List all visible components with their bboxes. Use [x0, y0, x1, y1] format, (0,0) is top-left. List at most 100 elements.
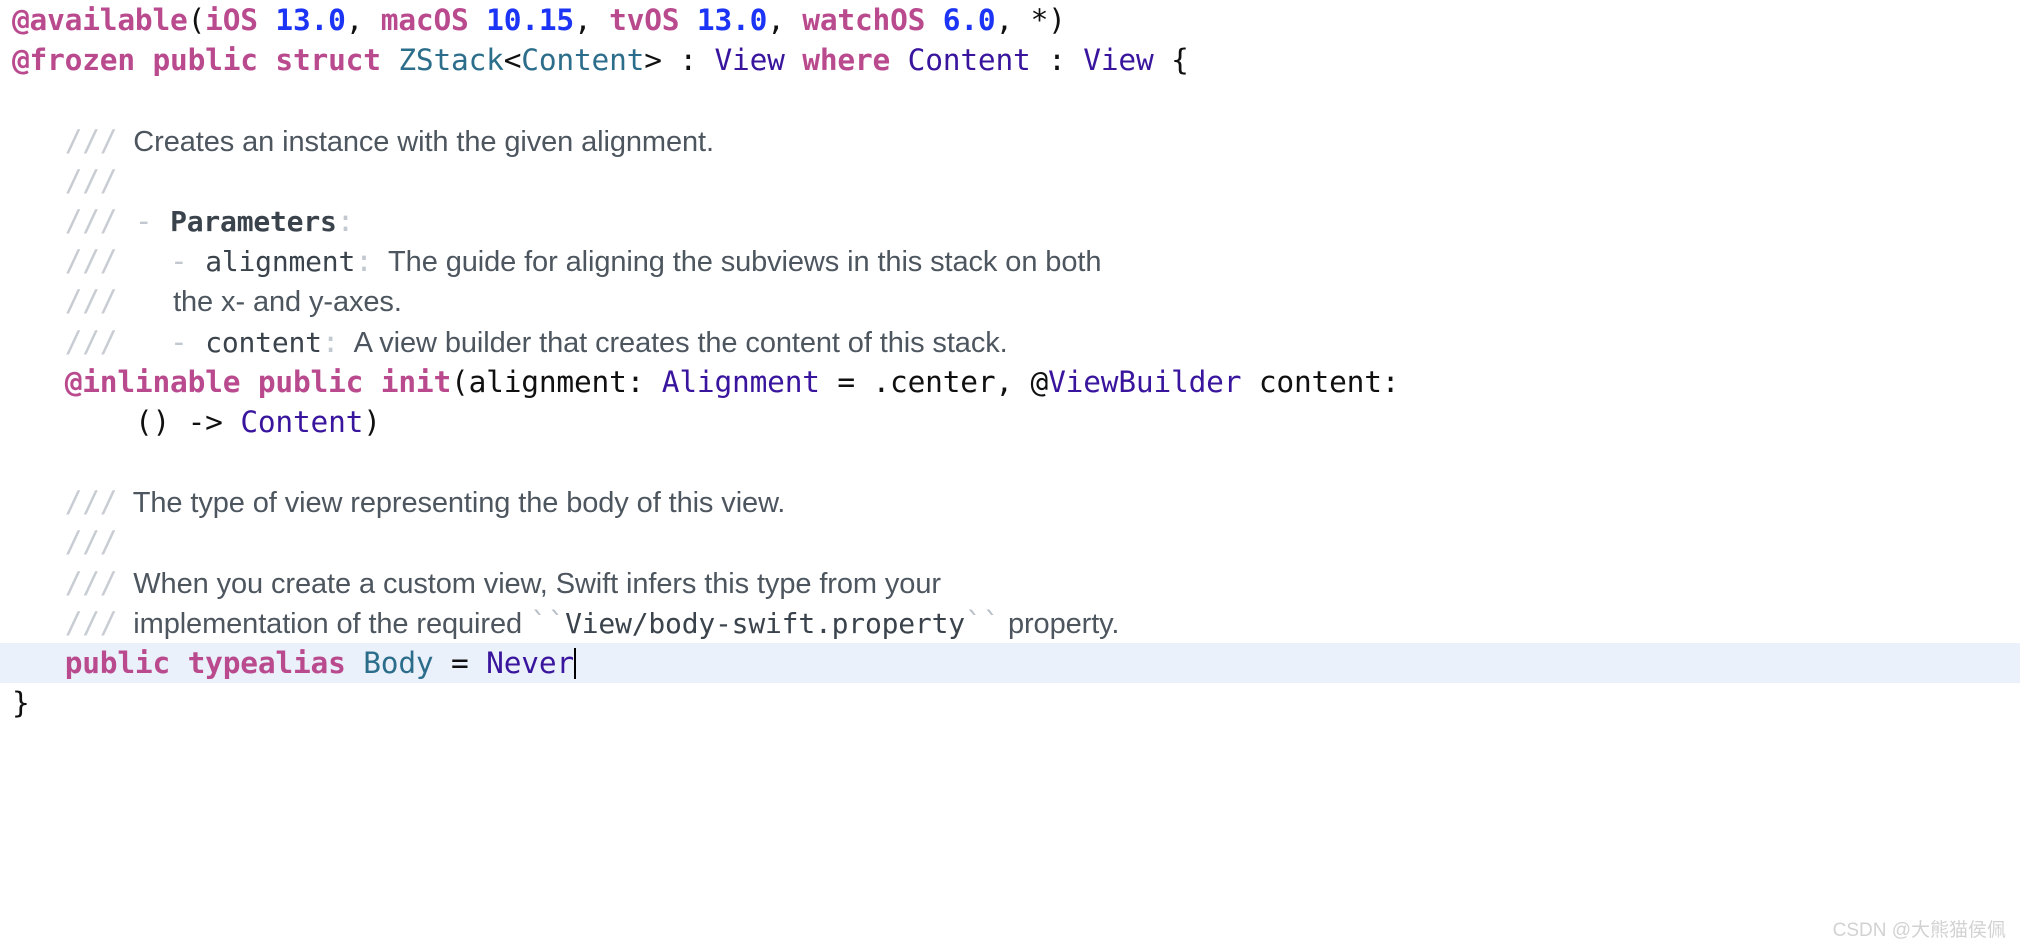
line-blank-1[interactable] [0, 80, 2020, 120]
token-plain: { [1153, 43, 1189, 78]
line-doc-param-alignment[interactable]: /// - alignment: The guide for aligning … [0, 241, 2020, 281]
token-num: 10.15 [486, 3, 574, 37]
token-doc-punct: - [117, 244, 206, 279]
token-doc-punct: - [117, 324, 206, 359]
token-type-purp: View [1083, 43, 1154, 78]
token-plain: , *) [995, 3, 1066, 37]
token-doc-prose: Creates an instance with the given align… [117, 125, 714, 158]
token-type-purp: View [714, 43, 785, 78]
csdn-watermark: CSDN @大熊猫侯佩 [1832, 920, 2006, 941]
token-doc-prose: the x- and y-axes. [117, 286, 402, 319]
line-struct-declaration[interactable]: @frozen public struct ZStack<Content> : … [0, 40, 2020, 80]
source-code-editor[interactable]: @available(iOS 13.0, macOS 10.15, tvOS 1… [0, 0, 2020, 950]
token-doc-prose: A view builder that creates the content … [339, 326, 1008, 359]
token-plain: , [573, 3, 610, 37]
token-kw: public typealias [64, 646, 346, 680]
token-doc-prose: When you create a custom view, Swift inf… [117, 567, 941, 600]
line-init-signature-cont[interactable]: () -> Content) [0, 402, 2020, 442]
token-type-purp: Alignment [661, 364, 820, 399]
line-doc-custom-view[interactable]: /// When you create a custom view, Swift… [0, 563, 2020, 603]
token-slashes: /// [64, 284, 118, 319]
token-plain: ( [187, 3, 206, 37]
token-doc-mono: alignment [205, 245, 356, 279]
token-slashes: /// [64, 324, 118, 359]
line-doc-param-content[interactable]: /// - content: A view builder that creat… [0, 322, 2020, 362]
token-doc-mono: content [205, 325, 322, 359]
token-kw: @available [12, 3, 188, 37]
token-plain: , [345, 3, 381, 37]
line-init-signature[interactable]: @inlinable public init(alignment: Alignm… [0, 362, 2020, 402]
token-kw: macOS [380, 3, 469, 37]
line-doc-parameters-heading[interactable]: /// - Parameters: [0, 201, 2020, 241]
token-doc-punct: - [117, 203, 171, 238]
line-doc-implementation[interactable]: /// implementation of the required ``Vie… [0, 603, 2020, 643]
token-plain: , [767, 3, 803, 37]
line-blank-2[interactable] [0, 442, 2020, 482]
token-kw: @inlinable public init [64, 364, 452, 399]
token-plain: () -> [134, 404, 241, 439]
token-slashes: /// [64, 605, 118, 640]
token-kw: iOS [205, 3, 258, 37]
token-num: 13.0 [275, 3, 346, 37]
token-type-teal: ZStack [398, 43, 504, 78]
code-line-container[interactable]: @available(iOS 13.0, macOS 10.15, tvOS 1… [0, 0, 2020, 723]
token-plain: content: [1241, 364, 1400, 399]
line-doc-empty-2[interactable]: /// [0, 522, 2020, 562]
text-cursor [573, 648, 577, 679]
token-doc-prose: implementation of the required [117, 607, 530, 640]
token-doc-mono-bold: Parameters [170, 204, 337, 238]
token-kw: @frozen public struct [12, 43, 381, 78]
token-slashes: /// [64, 525, 118, 560]
token-plain: } [12, 686, 30, 721]
token-doc-tick: `` [964, 605, 1001, 640]
token-doc-tick: `` [529, 605, 566, 640]
line-doc-body-type[interactable]: /// The type of view representing the bo… [0, 482, 2020, 522]
token-type-purp: Content [907, 43, 1031, 78]
token-kw: watchOS [802, 3, 926, 37]
token-type-purp: ViewBuilder [1048, 364, 1242, 399]
token-slashes: /// [64, 244, 118, 279]
token-plain: = [433, 646, 487, 680]
line-doc-creates-instance[interactable]: /// Creates an instance with the given a… [0, 121, 2020, 161]
token-type-teal: Content [521, 43, 645, 78]
line-typealias-body[interactable]: public typealias Body = Never [0, 643, 2020, 684]
token-slashes: /// [64, 163, 118, 198]
token-plain: > : [644, 43, 715, 78]
token-doc-punct: : [355, 244, 373, 279]
line-doc-empty-1[interactable]: /// [0, 161, 2020, 201]
line-doc-param-alignment-cont[interactable]: /// the x- and y-axes. [0, 281, 2020, 321]
line-available-attribute[interactable]: @available(iOS 13.0, macOS 10.15, tvOS 1… [0, 0, 2020, 40]
line-closing-brace[interactable]: } [0, 683, 2020, 723]
token-doc-punct: : [336, 203, 355, 238]
token-plain: = .center, [819, 364, 1031, 399]
token-slashes: /// [64, 123, 118, 158]
token-kw: where [802, 43, 891, 78]
token-plain: @ [1030, 364, 1049, 399]
token-plain: ) [363, 404, 381, 439]
token-num: 13.0 [696, 3, 768, 37]
token-doc-mono: View/body-swift.property [565, 606, 965, 640]
token-type-purp: Content [240, 404, 364, 439]
token-num: 6.0 [942, 3, 996, 37]
token-type-purp: Never [486, 646, 574, 680]
token-doc-punct: : [321, 324, 340, 359]
token-doc-prose: The guide for aligning the subviews in t… [372, 246, 1102, 279]
